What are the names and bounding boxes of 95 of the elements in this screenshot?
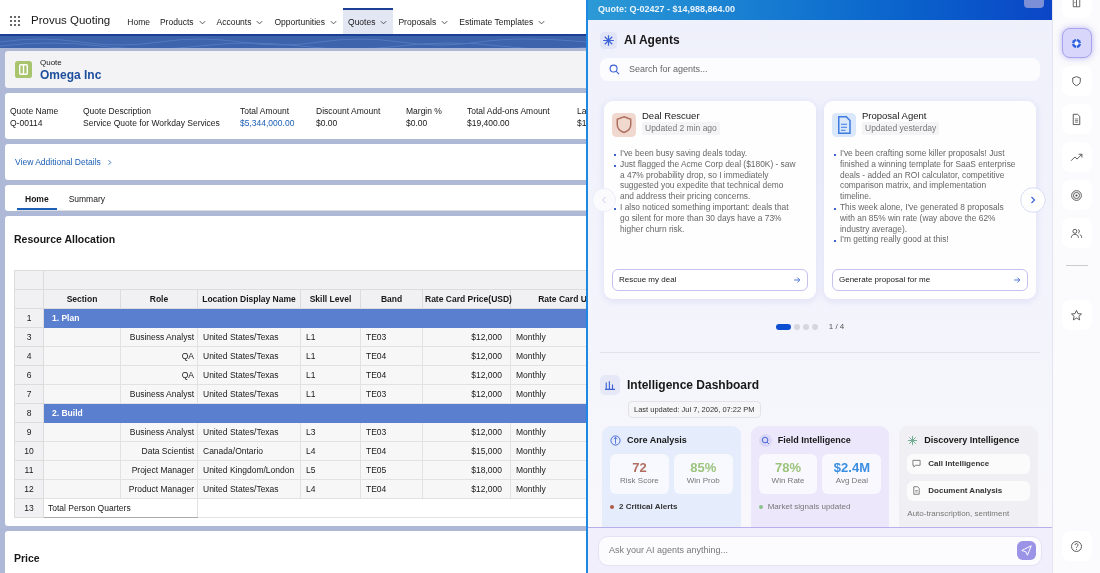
page-indicator: 1 / 4 — [828, 321, 845, 333]
app-launcher-icon[interactable] — [9, 15, 21, 27]
agent-message: Just flagged the Acme Corp deal ($180K) - saw a 47% probability drop, so I immediately suggested you expedite that technical demo and address their pricing concerns. — [620, 158, 796, 202]
agent-name: Proposal Agent — [862, 109, 928, 122]
field-label: Quote Description — [83, 105, 153, 117]
quote-summary: Quote: Q-02427 - $14,988,864.00 — [598, 3, 736, 17]
metric-label: Avg Deal — [835, 475, 869, 487]
rail-button[interactable] — [1061, 104, 1092, 134]
panel-title: AI Agents — [624, 32, 680, 49]
field-value-link[interactable]: $5,344,000.00 — [240, 117, 316, 129]
arrow-right-icon — [793, 276, 801, 284]
sparkle-icon — [907, 435, 919, 447]
document-icon — [912, 486, 922, 495]
record-icon — [15, 61, 32, 78]
agent-message: I'm getting really good at this! — [840, 234, 949, 246]
field-label: Quote Name — [10, 105, 60, 117]
chat-icon — [912, 459, 922, 468]
star-icon — [1070, 308, 1083, 322]
field-label: Margin % — [406, 105, 443, 117]
card-title: Core Analysis — [627, 434, 687, 447]
updated-label: Updated 2 min ago — [642, 122, 720, 135]
field-label: Discount Amount — [316, 105, 382, 117]
field-value: $19,400.00 — [467, 117, 511, 129]
section-title: Resource Allocation — [14, 232, 117, 246]
field-value: $1 — [577, 117, 586, 129]
rail-button[interactable] — [1061, 28, 1092, 58]
intelligence-link[interactable]: Document Analysis — [907, 480, 1030, 501]
record-type: Quote — [40, 57, 63, 68]
section-title: Price — [14, 552, 40, 564]
agent-action-button[interactable]: Generate proposal for me — [832, 269, 1028, 291]
arrow-right-icon — [1013, 276, 1021, 284]
nav-tab[interactable]: Proposals — [393, 8, 455, 34]
chevron-right-icon[interactable] — [105, 158, 113, 166]
field-label: La — [577, 105, 586, 117]
agent-name: Deal Rescuer — [642, 109, 701, 122]
agent-message: I've been crafting some killer proposals! Just finished a winning template for SaaS enterprise deals - added an ROI calculator, competitive comparison matrix, and implementation timeline. — [840, 148, 1016, 202]
agent-action-button[interactable]: Rescue my deal — [612, 269, 808, 291]
field-value: $0.00 — [406, 117, 429, 129]
nav-tab[interactable]: Estimate Templates — [454, 8, 552, 34]
nav-tab[interactable]: Opportunities — [269, 8, 344, 34]
card-title: Field Intelligence — [777, 434, 851, 447]
search-icon — [758, 434, 772, 448]
document-icon — [832, 113, 856, 137]
field-label: Total Add-ons Amount — [467, 105, 551, 117]
metric-label: Win Prob — [686, 475, 720, 487]
chat-input[interactable]: Ask your AI agents anything... — [598, 535, 1042, 566]
field-value: Service Quote for Workday Services — [83, 117, 221, 129]
status-text: 2 Critical Alerts — [619, 500, 678, 513]
rail-button[interactable] — [1061, 180, 1092, 210]
agent-message: I also noticed something important: deals that go silent for more than 30 days have a 73% higher churn risk. — [620, 202, 790, 235]
app-name: Provus Quoting — [31, 13, 111, 29]
tab[interactable]: Summary — [60, 193, 113, 210]
document-icon — [1070, 112, 1083, 126]
help-icon — [1070, 539, 1083, 553]
shield-icon — [1070, 74, 1083, 88]
status-text: Market signals updated — [767, 500, 851, 513]
metric-value: 85% — [690, 460, 717, 475]
assistant-icon — [1070, 36, 1083, 50]
bar-chart-icon — [600, 375, 620, 395]
search-field[interactable]: Search for agents... — [600, 58, 1040, 81]
tab[interactable]: Home — [17, 193, 57, 210]
rail-button[interactable] — [1061, 531, 1092, 561]
nav-tab[interactable]: Quotes — [343, 8, 394, 34]
nav-tab[interactable]: Home — [122, 8, 155, 34]
field-value: Q-00114 — [10, 117, 44, 129]
search-icon — [609, 64, 620, 75]
header-button[interactable] — [1024, 0, 1044, 8]
card-title: Discovery Intelligence — [924, 434, 1020, 447]
section-title: Intelligence Dashboard — [627, 377, 760, 394]
rail-button[interactable] — [1061, 300, 1092, 330]
field-value: $0.00 — [316, 117, 339, 129]
metric-value: $2.4M — [833, 460, 870, 475]
agent-message: This week alone, I've generated 8 proposals with an 85% win rate (way above the 62% industry average). — [840, 202, 1005, 235]
record-name: Omega Inc — [40, 67, 102, 82]
metric-label: Risk Score — [620, 475, 659, 487]
panel-icon — [1070, 0, 1083, 10]
metric-label: Win Rate — [771, 475, 805, 487]
rail-button[interactable] — [1061, 66, 1092, 96]
metric-value: 78% — [775, 460, 802, 475]
send-button[interactable] — [1017, 541, 1036, 560]
shield-icon — [612, 113, 636, 137]
card-note: Auto-transcription, sentiment — [907, 507, 1011, 520]
field-label: Total Amount — [240, 105, 291, 117]
table-cell: Total Person Quarters — [43, 498, 198, 518]
agent-message: I've been busy saving deals today. — [620, 148, 748, 159]
target-icon — [1070, 188, 1083, 202]
users-icon — [1070, 226, 1083, 240]
nav-tab[interactable]: Accounts — [211, 8, 270, 34]
intelligence-link[interactable]: Call Intelligence — [907, 453, 1030, 474]
updated-label: Updated yesterday — [862, 122, 940, 135]
nav-tab[interactable]: Products — [154, 8, 212, 34]
details-link[interactable]: View Additional Details — [15, 155, 113, 169]
metric-value: 72 — [632, 460, 647, 475]
sparkle-icon — [600, 31, 617, 49]
rail-button[interactable] — [1061, 218, 1092, 248]
